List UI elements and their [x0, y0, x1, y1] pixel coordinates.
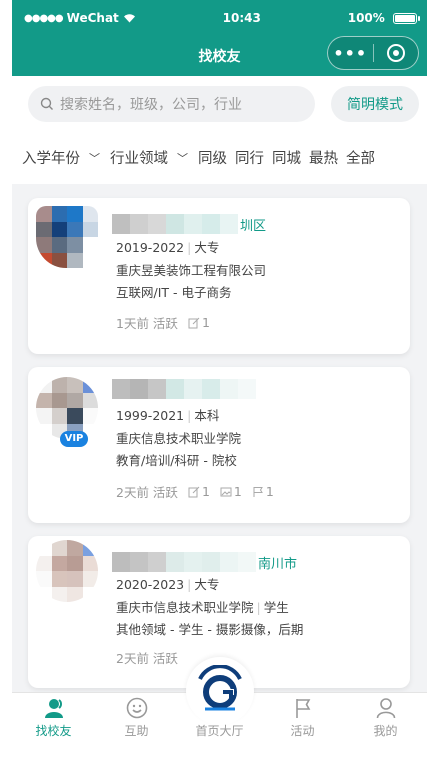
person-icon — [376, 698, 395, 719]
chevron-down-icon: ﹀ — [177, 151, 188, 165]
avatar — [36, 377, 98, 439]
photo-count: 1 — [220, 484, 242, 499]
industry-label: 教育/培训/科研 - 院校 — [116, 453, 237, 468]
years-label: 2020-2023 — [116, 577, 185, 592]
industry-label: 其他领域 - 学生 - 摄影摄像，后期 — [116, 622, 304, 637]
tab-label: 互助 — [124, 724, 149, 738]
battery-label: 100% — [347, 11, 385, 25]
filter-enroll-year[interactable]: 入学年份 ﹀ — [22, 147, 108, 168]
org-role-label: 学生 — [263, 599, 289, 615]
status-time: 10:43 — [222, 11, 261, 25]
close-circle-icon — [386, 44, 405, 62]
status-bar: ●●●●● WeChat 10:43 100% — [12, 0, 427, 36]
search-row: 搜索姓名，班级，公司，行业 简明模式 — [12, 76, 427, 130]
vip-badge: VIP — [60, 431, 88, 447]
filter-all[interactable]: 全部 — [346, 147, 375, 168]
simple-mode-button[interactable]: 简明模式 — [331, 86, 419, 122]
chevron-down-icon: ﹀ — [89, 151, 100, 165]
tab-activities[interactable]: 活动 — [261, 693, 344, 744]
edit-icon — [188, 486, 200, 497]
location-label: 圳区 — [240, 218, 267, 234]
years-label: 2019-2022 — [116, 240, 185, 255]
tab-label: 我的 — [373, 724, 398, 738]
post-count: 1 — [188, 315, 210, 330]
years-label: 1999-2021 — [116, 408, 185, 423]
filter-hottest[interactable]: 最热 — [309, 147, 338, 168]
tab-label: 活动 — [290, 724, 315, 738]
more-icon[interactable]: ••• — [328, 44, 373, 63]
avatar — [36, 540, 98, 602]
name-row: 圳区 — [112, 214, 266, 234]
nav-bar: 找校友 ••• — [12, 36, 427, 76]
edit-icon — [188, 317, 200, 328]
post-count-value: 1 — [201, 484, 210, 499]
filter-label: 行业领域 — [110, 150, 168, 167]
tab-mutual-help[interactable]: 互助 — [95, 693, 178, 744]
active-label: 1天前 活跃 — [116, 316, 178, 331]
mini-program-capsule: ••• — [327, 36, 419, 70]
tab-bar: 找校友 互助 首页大厅 活动 我的 — [12, 657, 427, 744]
wifi-icon — [123, 14, 135, 23]
blurred-name — [112, 214, 238, 234]
alumni-card[interactable]: 圳区 2019-2022 | 大专 重庆昱美装饰工程有限公司 互联网/IT - 电子… — [28, 198, 410, 354]
industry-label: 互联网/IT - 电子商务 — [116, 285, 232, 300]
degree-label: 大专 — [194, 240, 220, 255]
school-logo-icon — [185, 657, 254, 725]
filter-industry[interactable]: 行业领域 ﹀ — [110, 147, 196, 168]
location-label: 南川市 — [258, 556, 298, 572]
card-meta: 2天前 活跃 — [116, 648, 178, 667]
tab-label: 找校友 — [35, 724, 72, 738]
active-label: 2天前 活跃 — [116, 485, 178, 500]
filter-same-grade[interactable]: 同级 — [198, 147, 227, 168]
blurred-name — [112, 552, 256, 572]
org-label: 重庆市信息技术职业学院 — [116, 599, 254, 615]
blurred-name — [112, 379, 256, 399]
tab-mine[interactable]: 我的 — [344, 693, 427, 744]
activity-count-value: 1 — [265, 484, 274, 499]
flag-icon — [295, 699, 310, 718]
post-count: 1 — [188, 484, 210, 499]
card-meta: 1天前 活跃 1 — [116, 313, 210, 332]
post-count-value: 1 — [201, 315, 210, 330]
image-icon — [220, 487, 232, 496]
signal-icon: ●●●●● — [24, 12, 64, 24]
name-row: 南川市 — [112, 552, 297, 572]
alumni-card[interactable]: VIP 1999-2021 | 本科 重庆信息技术职业学院 教育/培训/科研 - 院… — [28, 367, 410, 523]
card-info: 1999-2021 | 本科 重庆信息技术职业学院 教育/培训/科研 - 院校 — [116, 405, 241, 473]
tab-home-hall[interactable]: 首页大厅 — [178, 657, 261, 744]
degree-label: 本科 — [194, 408, 220, 423]
photo-count-value: 1 — [233, 484, 242, 499]
activity-count: 1 — [252, 484, 274, 499]
org-label: 重庆昱美装饰工程有限公司 — [116, 262, 267, 278]
filter-bar: 入学年份 ﹀ 行业领域 ﹀ 同级 同行 同城 最热 全部 — [12, 130, 427, 184]
page-title: 找校友 — [198, 49, 241, 65]
card-meta: 2天前 活跃 1 1 1 — [116, 482, 274, 501]
smile-icon — [126, 697, 147, 719]
phone-screen: ●●●●● WeChat 10:43 100% 找校友 ••• 搜索姓名，班级，… — [12, 0, 427, 744]
search-input[interactable]: 搜索姓名，班级，公司，行业 — [28, 86, 315, 122]
battery-icon — [393, 13, 420, 24]
close-mini-program-button[interactable] — [374, 44, 419, 62]
carrier-label: WeChat — [66, 11, 119, 25]
user-group-icon — [44, 699, 63, 718]
filter-same-trade[interactable]: 同行 — [235, 147, 264, 168]
filter-same-city[interactable]: 同城 — [272, 147, 301, 168]
filter-label: 入学年份 — [22, 150, 80, 167]
name-row — [112, 379, 258, 399]
card-info: 2020-2023 | 大专 重庆市信息技术职业学院 | 学生 其他领域 - 学生 - … — [116, 574, 303, 642]
search-icon — [40, 97, 53, 110]
org-label: 重庆信息技术职业学院 — [116, 430, 242, 446]
search-placeholder: 搜索姓名，班级，公司，行业 — [60, 97, 242, 113]
degree-label: 大专 — [194, 577, 220, 592]
tab-find-alumni[interactable]: 找校友 — [12, 693, 95, 744]
avatar — [36, 206, 98, 268]
card-info: 2019-2022 | 大专 重庆昱美装饰工程有限公司 互联网/IT - 电子商务 — [116, 237, 266, 305]
flag-icon — [253, 486, 263, 497]
active-label: 2天前 活跃 — [116, 651, 178, 666]
